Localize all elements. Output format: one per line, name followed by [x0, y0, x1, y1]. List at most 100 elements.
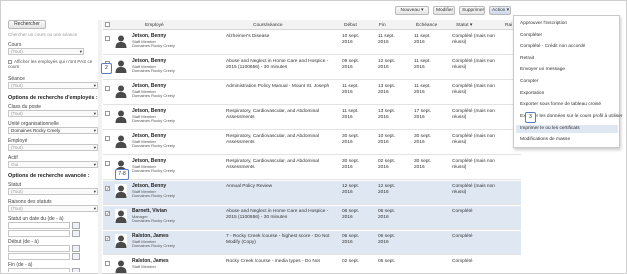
- status-date-to-input[interactable]: [8, 230, 70, 237]
- employee-org: Domaines Rocky Creely: [132, 68, 175, 74]
- row-checkbox[interactable]: [105, 136, 110, 141]
- calendar-icon[interactable]: [72, 268, 80, 272]
- avatar-icon: [115, 109, 127, 123]
- due-date: 11 sept. 2016: [414, 34, 431, 45]
- status-text: Complété (mais non réussi): [452, 59, 495, 70]
- header-end[interactable]: Fin: [379, 23, 386, 28]
- action-menu-item[interactable]: Retrait: [520, 56, 534, 61]
- start-date: 06 sept. 2016: [342, 234, 360, 245]
- chevron-down-icon: ▾: [79, 49, 82, 54]
- action-button[interactable]: Action ▾: [489, 6, 511, 15]
- status-date-from-input[interactable]: [8, 222, 70, 229]
- chevron-down-icon: ▾: [93, 162, 96, 167]
- session-select[interactable]: (Tout) ▾: [8, 82, 98, 89]
- sidebar-scrollbar[interactable]: [98, 20, 102, 274]
- table-row[interactable]: Jetson, Benny Staff Member Domaines Rock…: [103, 156, 521, 180]
- row-checkbox[interactable]: [105, 261, 110, 266]
- employee-select[interactable]: (Tout) ▾: [8, 144, 98, 151]
- course-title[interactable]: Rocky Creek /course - media types - Do N…: [226, 259, 330, 265]
- course-title[interactable]: Abuse and Neglect in Home Care and Hospi…: [226, 59, 330, 70]
- chevron-down-icon: ▾: [93, 206, 96, 211]
- calendar-icon[interactable]: [72, 245, 80, 252]
- action-menu-item[interactable]: Compléter: [520, 33, 542, 38]
- employee-org: Domaines Rocky Creely: [132, 243, 175, 249]
- course-title[interactable]: Administration Policy Manual - Mount St.…: [226, 84, 330, 90]
- row-checkbox[interactable]: [105, 111, 110, 116]
- callout-7-8: 7-8: [115, 169, 129, 180]
- row-checkbox[interactable]: ✓: [105, 211, 110, 216]
- table-row[interactable]: Jetson, Benny Staff Member Domaines Rock…: [103, 31, 521, 55]
- row-checkbox[interactable]: [105, 161, 110, 166]
- header-employee[interactable]: Employé: [145, 23, 164, 28]
- course-title[interactable]: Respiratory, Cardiovascular, and Abdomin…: [226, 159, 330, 170]
- employee-role: Staff Member: [132, 263, 156, 269]
- calendar-icon[interactable]: [72, 230, 80, 237]
- job-code-select[interactable]: (Tout) ▾: [8, 110, 98, 117]
- action-menu-item[interactable]: Envoyer un message: [520, 67, 565, 72]
- header-reason[interactable]: Rai: [505, 23, 512, 28]
- status-text: Complété: [452, 209, 473, 214]
- row-checkbox[interactable]: ✓: [105, 236, 110, 241]
- table-row[interactable]: Jetson, Benny Staff Member Domaines Rock…: [103, 131, 521, 155]
- org-unit-select[interactable]: Domaines Rocky Creely ▾: [8, 127, 98, 134]
- status-select[interactable]: (Tout) ▾: [8, 188, 98, 195]
- course-title[interactable]: 7 - Rocky Creek /course - highest score …: [226, 234, 330, 245]
- start-date: 30 sept. 2016: [342, 134, 360, 145]
- calendar-icon[interactable]: [72, 222, 80, 229]
- course-title[interactable]: Respiratory, Cardiovascular, and Abdomin…: [226, 109, 330, 120]
- course-title[interactable]: Respiratory, Cardiovascular, and Abdomin…: [226, 134, 330, 145]
- status-text: Complété (mais non réussi): [452, 109, 495, 120]
- end-from-input[interactable]: [8, 268, 70, 272]
- row-checkbox[interactable]: ✓: [105, 186, 110, 191]
- action-menu-item[interactable]: Compter: [520, 79, 538, 84]
- table-header: Employé Cours/séance Début Fin Échéance …: [103, 20, 521, 30]
- status-text: Complété (mais non réussi): [452, 34, 495, 45]
- course-title[interactable]: Annual Policy Review: [226, 184, 330, 190]
- header-status[interactable]: Statut ▾: [456, 23, 472, 28]
- start-from-input[interactable]: [8, 245, 70, 252]
- employee-org: Domaines Rocky Creely: [132, 93, 175, 99]
- search-button[interactable]: Rechercher: [8, 20, 46, 29]
- action-menu-item[interactable]: Complété - Crédit non accordé: [520, 44, 585, 49]
- end-date: 12 sept. 2016: [378, 184, 396, 195]
- start-date: 12 sept. 2016: [342, 184, 360, 195]
- header-course[interactable]: Cours/séance: [253, 23, 283, 28]
- employee-org: Domaines Rocky Creely: [132, 43, 175, 49]
- start-date: 11 sept. 2016: [342, 84, 359, 95]
- table-row[interactable]: Ralston, James Staff Member Rocky Creek …: [103, 256, 521, 274]
- new-button[interactable]: Nouveau ▾: [395, 6, 429, 15]
- due-date: 17 sept. 2016: [414, 109, 432, 120]
- course-select[interactable]: (Tout) ▾: [8, 48, 84, 55]
- delete-button[interactable]: Supprimer: [459, 6, 485, 15]
- search-sidebar: Rechercher Chercher un cours ou une séan…: [6, 20, 100, 272]
- header-start[interactable]: Début: [344, 23, 357, 28]
- start-to-input[interactable]: [8, 253, 70, 260]
- search-input[interactable]: Chercher un cours ou une séance: [8, 32, 98, 38]
- calendar-icon[interactable]: [72, 253, 80, 260]
- employee-org: Domaines Rocky Creely: [132, 143, 175, 149]
- action-menu-item[interactable]: Exportation: [520, 91, 544, 96]
- table-row[interactable]: ✓ Ralston, James Staff Member Domaines R…: [103, 231, 521, 255]
- table-row[interactable]: Jetson, Benny Staff Member Domaines Rock…: [103, 56, 521, 80]
- action-menu-item[interactable]: Modifications de masse: [520, 137, 570, 142]
- row-checkbox[interactable]: [105, 86, 110, 91]
- show-employees-checkbox[interactable]: Afficher les employés qui n'ont PAS ce c…: [8, 59, 100, 69]
- active-select[interactable]: Oui ▾: [8, 161, 98, 168]
- table-row[interactable]: ✓ Jetson, Benny Staff Member Domaines Ro…: [103, 181, 521, 205]
- due-date: 30 sept. 2016: [414, 134, 432, 145]
- header-due[interactable]: Échéance: [416, 23, 437, 28]
- course-title[interactable]: Alzheimer's Disease: [226, 34, 330, 40]
- course-title[interactable]: Abuse and Neglect in Home Care and Hospi…: [226, 209, 330, 220]
- table-row[interactable]: Jetson, Benny Staff Member Domaines Rock…: [103, 81, 521, 105]
- edit-button[interactable]: Modifier: [433, 6, 455, 15]
- table-row[interactable]: ✓ Barnett, Vivian Manager Domaines Rocky…: [103, 206, 521, 230]
- start-range-to: [8, 253, 98, 260]
- employee-org: Domaines Rocky Creely: [132, 218, 175, 224]
- row-checkbox[interactable]: [105, 36, 110, 41]
- select-all-checkbox[interactable]: [105, 22, 110, 27]
- status-reasons-select[interactable]: (Tout) ▾: [8, 205, 98, 212]
- action-menu-item[interactable]: Approuver l'inscription: [520, 21, 567, 26]
- table-row[interactable]: Jetson, Benny Staff Member Domaines Rock…: [103, 106, 521, 130]
- action-menu-item[interactable]: Imprimer le ou les certificats: [516, 125, 618, 134]
- action-menu-item[interactable]: Exporter sous forme de tableau croisé: [520, 102, 601, 107]
